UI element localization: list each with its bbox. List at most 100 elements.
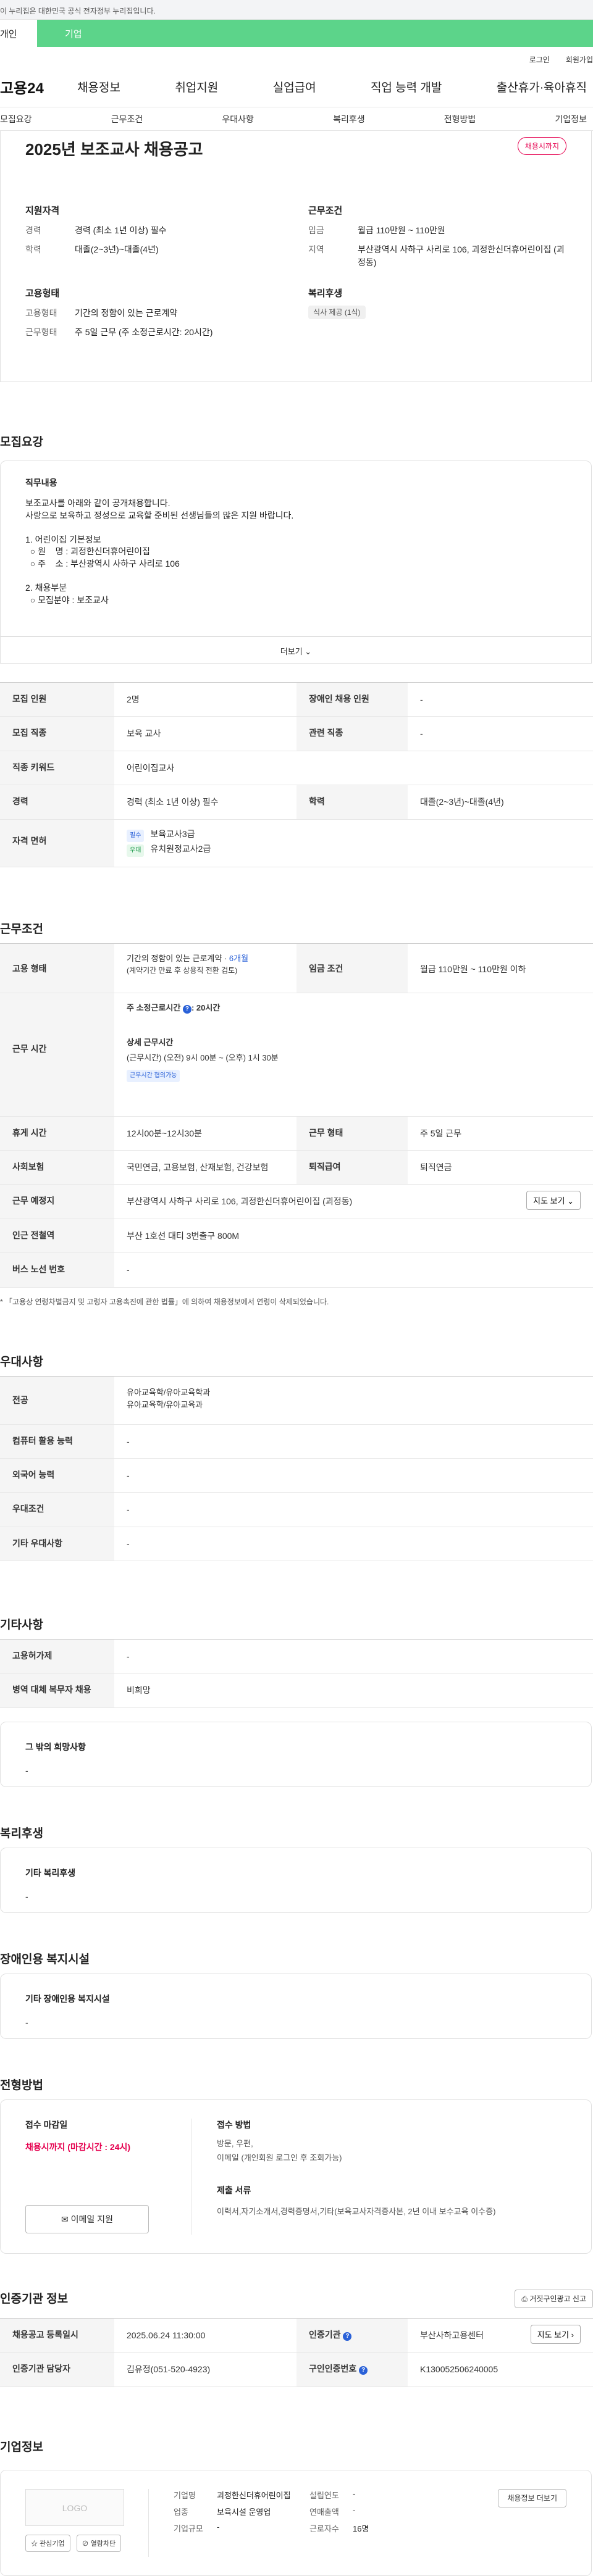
people-value: 2명 xyxy=(127,694,140,704)
method-heading: 접수 방법 xyxy=(217,2119,251,2130)
anchor-work[interactable]: 근무조건 xyxy=(111,113,143,125)
report-fake-ad-button[interactable]: ⎙ 거짓구인광고 신고 xyxy=(515,2289,593,2308)
table-row: 외국어 능력 - xyxy=(0,1458,593,1493)
report-label: 거짓구인광고 신고 xyxy=(529,2295,586,2304)
info-icon[interactable]: ? xyxy=(343,2332,352,2341)
place-value: 부산광역시 사하구 사리로 106, 괴정한신더휴어린이집 (괴정동) xyxy=(127,1196,353,1207)
hope-value: - xyxy=(25,1765,28,1775)
wage-label: 임금 xyxy=(308,225,324,235)
job-desc-line: 사랑으로 보육하고 정성으로 교육할 준비된 선생님들의 많은 지원 바랍니다. xyxy=(25,510,294,520)
edu-value: 대졸(2~3년)~대졸(4년) xyxy=(420,797,504,807)
employees-value: 16명 xyxy=(353,2524,369,2533)
job-desc-line: ○ 원 명 : 괴정한신더휴어린이집 xyxy=(25,546,150,557)
gnb-item-unemployment[interactable]: 실업급여 xyxy=(273,78,316,95)
reg-value: 2025.06.24 11:30:00 xyxy=(127,2330,206,2340)
keyword-value: 어린이집교사 xyxy=(127,762,175,773)
gnb-item-training[interactable]: 직업 능력 개발 xyxy=(371,78,442,95)
est-value: - xyxy=(353,2488,356,2498)
preferred-tag: 우대 xyxy=(127,844,145,857)
license-label: 자격 면허 xyxy=(0,819,114,867)
block-icon: ⊘ xyxy=(82,2540,91,2548)
anchor-pref[interactable]: 우대사항 xyxy=(222,113,254,125)
site-logo[interactable]: 고용24 xyxy=(0,76,77,98)
major-1: 유아교육학/유아교육학과 xyxy=(127,1387,211,1397)
loc-label: 지역 xyxy=(308,244,324,254)
language-value: - xyxy=(127,1470,130,1480)
hours-total-label: 주 소정근로시간 xyxy=(127,1002,181,1012)
hours-value: 주 소정근로시간 ?: 20시간 상세 근무시간 (근무시간) (오전) 9시 … xyxy=(114,993,593,1116)
table-row: 전공 유아교육학/유아교육학과 유아교육학/유아교육과 xyxy=(0,1376,593,1425)
welfare-value: - xyxy=(25,1891,28,1901)
company-logo-placeholder: LOGO xyxy=(25,2488,124,2526)
tab-individual[interactable]: 개인 xyxy=(0,20,37,47)
anchor-recruit[interactable]: 모집요강 xyxy=(0,113,32,125)
block-view-button[interactable]: ⊘ 열람차단 xyxy=(76,2534,122,2552)
workform-label: 근무형태 xyxy=(25,327,57,337)
emptype-value: 기간의 정함이 있는 근로계약 · 6개월 (계약기간 만료 후 상용직 전환 … xyxy=(114,944,296,993)
section-title-process: 전형방법 xyxy=(0,2078,43,2092)
table-row: 경력 경력 (최소 1년 이상) 필수 학력 대졸(2~3년)~대졸(4년) xyxy=(0,785,593,820)
docs-value: 이력서,자기소개서,경력증명서,기타(보육교사자격증사본, 2년 이내 보수교육… xyxy=(217,2206,496,2216)
info-icon[interactable]: ? xyxy=(359,2366,368,2375)
job-desc-line: ○ 주 소 : 부산광역시 사하구 사리로 106 xyxy=(25,558,180,569)
section-title-welfare: 복리후생 xyxy=(0,1827,43,1840)
pref-etc-value: - xyxy=(127,1538,130,1549)
login-link[interactable]: 로그인 xyxy=(529,54,550,67)
gnb-item-leave[interactable]: 출산휴가·육아휴직 xyxy=(497,78,587,95)
break-label: 휴게 시간 xyxy=(0,1116,114,1150)
anchor-welfare[interactable]: 복리후생 xyxy=(333,113,365,125)
career-label: 경력 xyxy=(25,225,41,235)
wage-label: 임금 조건 xyxy=(296,943,408,993)
emptype-label: 고용형태 xyxy=(25,308,57,318)
table-row: 우대조건 - xyxy=(0,1493,593,1527)
anchor-company[interactable]: 기업정보 xyxy=(555,113,587,125)
wage-value: 월급 110만원 ~ 110만원 xyxy=(358,225,445,235)
hours-detail-label: 상세 근무시간 xyxy=(127,1038,174,1048)
revenue-label: 연매출액 xyxy=(309,2507,339,2517)
related-value: - xyxy=(420,728,423,739)
job-desc-line: 보조교사를 아래와 같이 공개채용합니다. xyxy=(25,498,170,508)
hours-label: 근무 시간 xyxy=(0,993,114,1116)
info-icon[interactable]: ? xyxy=(182,1004,191,1014)
hours-detail-value: (근무시간) (오전) 9시 00분 ~ (오후) 1시 30분 xyxy=(127,1053,279,1063)
job-desc-line: 2. 채용부분 xyxy=(25,583,67,593)
anchor-process[interactable]: 전형방법 xyxy=(444,113,476,125)
preferred-license: 유치원정교사2급 xyxy=(150,843,211,854)
qual-heading: 지원자격 xyxy=(25,206,60,216)
major-2: 유아교육학/유아교육과 xyxy=(127,1400,203,1410)
career-value: 경력 (최소 1년 이상) 필수 xyxy=(127,797,219,807)
favorite-company-button[interactable]: ☆ 관심기업 xyxy=(25,2534,70,2552)
gnb-item-jobs[interactable]: 채용정보 xyxy=(77,78,120,95)
wage-value: 월급 110만원 ~ 110만원 이하 xyxy=(420,964,526,974)
industry-label: 업종 xyxy=(174,2507,188,2517)
more-button[interactable]: 더보기 ⌄ xyxy=(0,636,592,664)
table-row: 고용 형태 기간의 정함이 있는 근로계약 · 6개월 (계약기간 만료 후 상… xyxy=(0,943,593,993)
tab-company[interactable]: 기업 xyxy=(37,20,593,47)
emp-heading: 고용형태 xyxy=(25,288,60,299)
welfare-heading: 복리후생 xyxy=(308,288,343,299)
table-row: 기타 우대사항 - xyxy=(0,1527,593,1562)
signup-link[interactable]: 회원가입 xyxy=(566,54,593,67)
job-desc-text: 보조교사를 아래와 같이 공개채용합니다. 사랑으로 보육하고 정성으로 교육할 … xyxy=(25,498,566,606)
welfare-pill: 식사 제공 (1식) xyxy=(308,306,366,319)
gnb-item-support[interactable]: 취업지원 xyxy=(175,78,218,95)
bus-value: - xyxy=(127,1265,130,1275)
util-nav: 로그인 회원가입 xyxy=(0,47,593,67)
job-desc-line: ○ 모집분야 : 보조교사 xyxy=(25,594,109,605)
industry-value: 보육시설 운영업 xyxy=(217,2507,271,2517)
required-tag: 필수 xyxy=(127,829,145,842)
emptype-text: 기간의 정함이 있는 근로계약 · xyxy=(127,953,229,963)
manager-value: 김유정(051-520-4923) xyxy=(127,2364,211,2375)
job-desc-line xyxy=(25,570,566,583)
email-apply-button[interactable]: ✉ 이메일 지원 xyxy=(25,2204,149,2233)
job-label: 모집 직종 xyxy=(0,717,114,751)
more-jobs-button[interactable]: 채용정보 더보기 xyxy=(498,2488,566,2507)
language-label: 외국어 능력 xyxy=(0,1458,114,1493)
map-view-button[interactable]: 지도 보기 ⌄ xyxy=(526,1191,581,1211)
manager-label: 인증기관 담당자 xyxy=(0,2353,114,2386)
table-row: 버스 노선 번호 - xyxy=(0,1253,593,1288)
cert-table: 채용공고 등록일시 2025.06.24 11:30:00 인증기관 ? 부산사… xyxy=(0,2317,593,2387)
org-map-button[interactable]: 지도 보기 › xyxy=(530,2324,581,2344)
cert-number-value: K130052506240005 xyxy=(420,2364,498,2375)
age-note: * 「고용상 연령차별금지 및 고령자 고용촉진에 관한 법률」에 의하여 채용… xyxy=(0,1297,329,1306)
